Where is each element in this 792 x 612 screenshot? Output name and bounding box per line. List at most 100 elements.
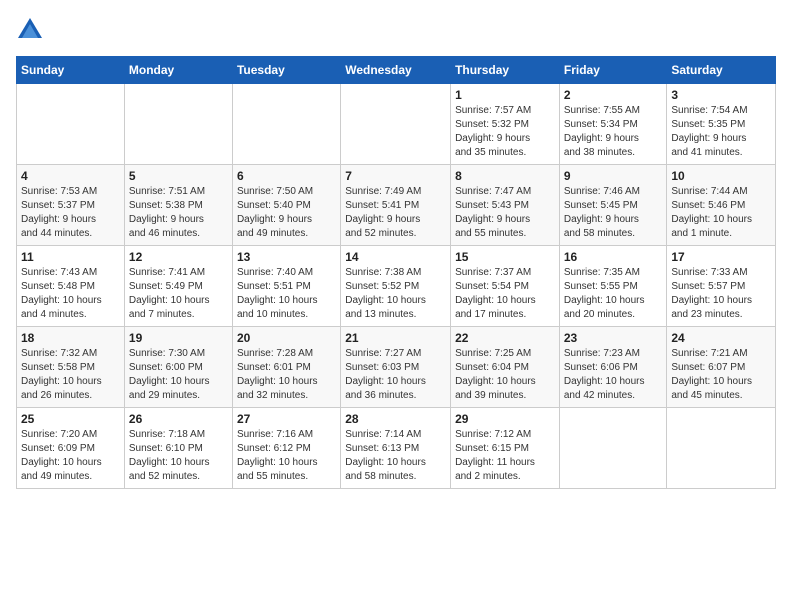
- day-number: 23: [564, 331, 663, 345]
- day-number: 28: [345, 412, 446, 426]
- calendar-cell: 18 Sunrise: 7:32 AMSunset: 5:58 PMDayligh…: [17, 327, 125, 408]
- weekday-header: Monday: [124, 57, 232, 84]
- day-number: 13: [237, 250, 336, 264]
- calendar-cell: [17, 84, 125, 165]
- calendar-week: 25 Sunrise: 7:20 AMSunset: 6:09 PMDayligh…: [17, 408, 776, 489]
- calendar-cell: 6 Sunrise: 7:50 AMSunset: 5:40 PMDaylight…: [232, 165, 340, 246]
- day-number: 4: [21, 169, 120, 183]
- day-detail: Sunrise: 7:30 AMSunset: 6:00 PMDaylight:…: [129, 347, 228, 403]
- calendar-cell: [341, 84, 451, 165]
- calendar-cell: 14 Sunrise: 7:38 AMSunset: 5:52 PMDayligh…: [341, 246, 451, 327]
- day-number: 14: [345, 250, 446, 264]
- day-detail: Sunrise: 7:46 AMSunset: 5:45 PMDaylight:…: [564, 185, 663, 241]
- day-detail: Sunrise: 7:28 AMSunset: 6:01 PMDaylight:…: [237, 347, 336, 403]
- calendar-cell: [232, 84, 340, 165]
- day-number: 24: [671, 331, 771, 345]
- calendar-header: SundayMondayTuesdayWednesdayThursdayFrid…: [17, 57, 776, 84]
- day-number: 29: [455, 412, 555, 426]
- day-detail: Sunrise: 7:44 AMSunset: 5:46 PMDaylight:…: [671, 185, 771, 241]
- day-detail: Sunrise: 7:49 AMSunset: 5:41 PMDaylight:…: [345, 185, 446, 241]
- day-number: 5: [129, 169, 228, 183]
- day-number: 16: [564, 250, 663, 264]
- calendar-cell: 27Sunrise: 7:16 AMSunset: 6:12 PMDayligh…: [232, 408, 340, 489]
- day-number: 3: [671, 88, 771, 102]
- calendar-cell: 23 Sunrise: 7:23 AMSunset: 6:06 PMDayligh…: [559, 327, 667, 408]
- calendar-week: 1 Sunrise: 7:57 AMSunset: 5:32 PMDaylight…: [17, 84, 776, 165]
- weekday-header: Thursday: [451, 57, 560, 84]
- logo-icon: [16, 16, 44, 44]
- calendar-cell: 20 Sunrise: 7:28 AMSunset: 6:01 PMDayligh…: [232, 327, 340, 408]
- day-detail: Sunrise: 7:38 AMSunset: 5:52 PMDaylight:…: [345, 266, 446, 322]
- day-number: 6: [237, 169, 336, 183]
- day-number: 17: [671, 250, 771, 264]
- calendar-cell: 22 Sunrise: 7:25 AMSunset: 6:04 PMDayligh…: [451, 327, 560, 408]
- calendar: SundayMondayTuesdayWednesdayThursdayFrid…: [16, 56, 776, 489]
- calendar-cell: 21 Sunrise: 7:27 AMSunset: 6:03 PMDayligh…: [341, 327, 451, 408]
- day-number: 10: [671, 169, 771, 183]
- day-number: 25: [21, 412, 120, 426]
- calendar-cell: 5 Sunrise: 7:51 AMSunset: 5:38 PMDaylight…: [124, 165, 232, 246]
- day-detail: Sunrise: 7:35 AMSunset: 5:55 PMDaylight:…: [564, 266, 663, 322]
- day-detail: Sunrise: 7:18 AMSunset: 6:10 PMDaylight:…: [129, 428, 228, 484]
- calendar-cell: 9Sunrise: 7:46 AMSunset: 5:45 PMDaylight…: [559, 165, 667, 246]
- calendar-cell: 11 Sunrise: 7:43 AMSunset: 5:48 PMDayligh…: [17, 246, 125, 327]
- day-detail: Sunrise: 7:25 AMSunset: 6:04 PMDaylight:…: [455, 347, 555, 403]
- calendar-week: 4 Sunrise: 7:53 AMSunset: 5:37 PMDaylight…: [17, 165, 776, 246]
- day-detail: Sunrise: 7:23 AMSunset: 6:06 PMDaylight:…: [564, 347, 663, 403]
- calendar-cell: 2Sunrise: 7:55 AMSunset: 5:34 PMDaylight…: [559, 84, 667, 165]
- day-detail: Sunrise: 7:54 AMSunset: 5:35 PMDaylight:…: [671, 104, 771, 160]
- weekday-header: Saturday: [667, 57, 776, 84]
- day-number: 11: [21, 250, 120, 264]
- day-detail: Sunrise: 7:12 AMSunset: 6:15 PMDaylight:…: [455, 428, 555, 484]
- calendar-cell: 3 Sunrise: 7:54 AMSunset: 5:35 PMDaylight…: [667, 84, 776, 165]
- day-detail: Sunrise: 7:51 AMSunset: 5:38 PMDaylight:…: [129, 185, 228, 241]
- header: [16, 16, 776, 44]
- calendar-cell: [124, 84, 232, 165]
- day-detail: Sunrise: 7:53 AMSunset: 5:37 PMDaylight:…: [21, 185, 120, 241]
- day-number: 19: [129, 331, 228, 345]
- calendar-cell: 8 Sunrise: 7:47 AMSunset: 5:43 PMDaylight…: [451, 165, 560, 246]
- weekday-header: Tuesday: [232, 57, 340, 84]
- day-detail: Sunrise: 7:55 AMSunset: 5:34 PMDaylight:…: [564, 104, 663, 160]
- calendar-cell: 19 Sunrise: 7:30 AMSunset: 6:00 PMDayligh…: [124, 327, 232, 408]
- calendar-week: 18 Sunrise: 7:32 AMSunset: 5:58 PMDayligh…: [17, 327, 776, 408]
- calendar-cell: [559, 408, 667, 489]
- calendar-cell: 13 Sunrise: 7:40 AMSunset: 5:51 PMDayligh…: [232, 246, 340, 327]
- calendar-cell: 29 Sunrise: 7:12 AMSunset: 6:15 PMDayligh…: [451, 408, 560, 489]
- day-detail: Sunrise: 7:37 AMSunset: 5:54 PMDaylight:…: [455, 266, 555, 322]
- day-number: 18: [21, 331, 120, 345]
- day-detail: Sunrise: 7:50 AMSunset: 5:40 PMDaylight:…: [237, 185, 336, 241]
- day-detail: Sunrise: 7:21 AMSunset: 6:07 PMDaylight:…: [671, 347, 771, 403]
- day-number: 1: [455, 88, 555, 102]
- logo: [16, 16, 48, 44]
- day-detail: Sunrise: 7:43 AMSunset: 5:48 PMDaylight:…: [21, 266, 120, 322]
- day-detail: Sunrise: 7:32 AMSunset: 5:58 PMDaylight:…: [21, 347, 120, 403]
- calendar-cell: 1 Sunrise: 7:57 AMSunset: 5:32 PMDaylight…: [451, 84, 560, 165]
- calendar-cell: 25 Sunrise: 7:20 AMSunset: 6:09 PMDayligh…: [17, 408, 125, 489]
- day-number: 15: [455, 250, 555, 264]
- day-detail: Sunrise: 7:14 AMSunset: 6:13 PMDaylight:…: [345, 428, 446, 484]
- calendar-cell: 16 Sunrise: 7:35 AMSunset: 5:55 PMDayligh…: [559, 246, 667, 327]
- day-number: 20: [237, 331, 336, 345]
- day-number: 12: [129, 250, 228, 264]
- calendar-cell: 17 Sunrise: 7:33 AMSunset: 5:57 PMDayligh…: [667, 246, 776, 327]
- day-detail: Sunrise: 7:20 AMSunset: 6:09 PMDaylight:…: [21, 428, 120, 484]
- day-detail: Sunrise: 7:33 AMSunset: 5:57 PMDaylight:…: [671, 266, 771, 322]
- calendar-cell: 15 Sunrise: 7:37 AMSunset: 5:54 PMDayligh…: [451, 246, 560, 327]
- calendar-cell: 26Sunrise: 7:18 AMSunset: 6:10 PMDayligh…: [124, 408, 232, 489]
- day-detail: Sunrise: 7:57 AMSunset: 5:32 PMDaylight:…: [455, 104, 555, 160]
- day-detail: Sunrise: 7:40 AMSunset: 5:51 PMDaylight:…: [237, 266, 336, 322]
- weekday-header: Sunday: [17, 57, 125, 84]
- day-number: 27: [237, 412, 336, 426]
- day-detail: Sunrise: 7:41 AMSunset: 5:49 PMDaylight:…: [129, 266, 228, 322]
- calendar-cell: 10 Sunrise: 7:44 AMSunset: 5:46 PMDayligh…: [667, 165, 776, 246]
- day-number: 8: [455, 169, 555, 183]
- calendar-cell: 12 Sunrise: 7:41 AMSunset: 5:49 PMDayligh…: [124, 246, 232, 327]
- day-number: 21: [345, 331, 446, 345]
- calendar-cell: 4 Sunrise: 7:53 AMSunset: 5:37 PMDaylight…: [17, 165, 125, 246]
- day-number: 22: [455, 331, 555, 345]
- calendar-cell: 7Sunrise: 7:49 AMSunset: 5:41 PMDaylight…: [341, 165, 451, 246]
- calendar-cell: 28 Sunrise: 7:14 AMSunset: 6:13 PMDayligh…: [341, 408, 451, 489]
- day-detail: Sunrise: 7:47 AMSunset: 5:43 PMDaylight:…: [455, 185, 555, 241]
- day-detail: Sunrise: 7:27 AMSunset: 6:03 PMDaylight:…: [345, 347, 446, 403]
